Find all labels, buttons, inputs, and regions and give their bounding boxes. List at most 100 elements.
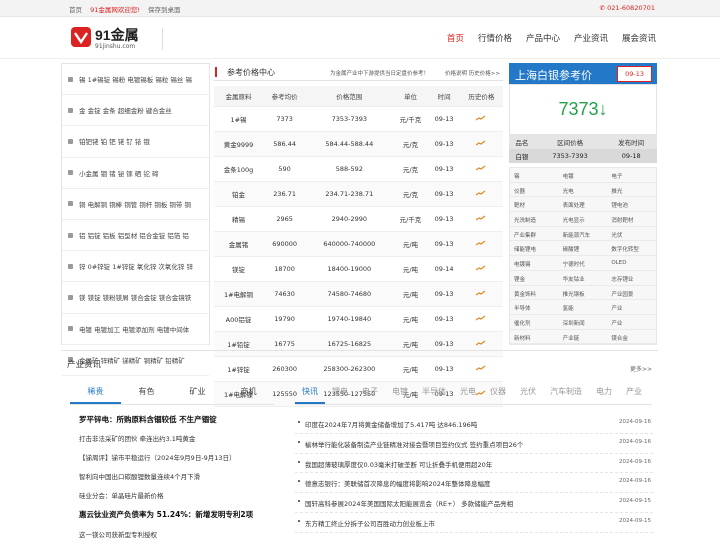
top-home-link[interactable]: 首页 [69,6,82,14]
tag-link[interactable]: 推光 [607,183,656,198]
category-item[interactable]: 镁 镁锭 镁粉镁屑 镁合金锭 镁合金镜铁 [62,282,209,314]
tag-link[interactable]: 电子 [607,168,656,183]
tag-link[interactable]: 黄金饰料 [510,286,559,301]
news-left-item[interactable]: 硅业分会：单晶硅片最新价格 [79,490,279,509]
trend-chart-icon[interactable] [476,340,486,346]
news-tab[interactable]: 商机 [223,386,274,404]
tag-link[interactable]: 产业 [607,300,656,315]
trend-chart-icon[interactable] [476,140,486,146]
news-right-item[interactable]: 印度在2024年7月将黄金储备增加了5.417吨 达846.196吨 2024-0… [295,414,653,434]
news-tab[interactable]: 光电 [453,386,483,404]
tag-link[interactable]: 靶材 [510,197,559,213]
news-right-item[interactable]: 东方精工终止分拆子公司百胜动力创业板上市 2024-09-15 [295,513,653,533]
category-item[interactable]: 铝 铝锭 铝板 铝型材 铝合金锭 铝箔 铝 [62,220,209,252]
news-tab[interactable]: 电子 [355,386,385,404]
news-headline[interactable]: 榆林举行能化装备制造产业链精准对接会暨项目签约仪式 签约重点项目26个 [305,439,605,449]
tag-link[interactable]: 深圳新闻 [558,315,608,330]
tag-link[interactable]: 催化剂 [510,315,559,330]
tag-link[interactable]: 光洗制造 [510,212,559,227]
trend-chart-icon[interactable] [476,315,486,321]
news-right-item[interactable]: 国轩高科参展2024年美国国际太阳能展览会（RE+） 多款储能产品亮相 2024-… [295,493,653,513]
category-item[interactable]: 小金属 铟 锗 铋 镓 硒 铊 碲 [62,158,209,189]
news-left-item[interactable]: 打击非法采矿的团伙 牵连出约3.1吨黄金 [79,433,279,452]
tag-link[interactable]: 锂金 [510,271,559,286]
news-tab[interactable]: 仪器 [483,386,513,404]
tag-link[interactable]: 仪器 [510,183,559,198]
tag-link[interactable]: 产业集群 [510,227,559,242]
tag-link[interactable]: 碳酸锂 [558,241,608,257]
news-tab[interactable]: 汽车制造 [543,386,589,404]
news-right-item[interactable]: 德意志银行：美联储首次降息的幅度将影响2024年整体降息幅度 2024-09-16 [295,473,653,494]
news-tab[interactable]: 半导体 [415,386,453,404]
news-tab[interactable]: 光伏 [513,386,543,404]
nav-item[interactable]: 行情价格 [478,32,512,44]
news-tab[interactable]: 有色 [121,386,172,404]
tag-link[interactable]: 光伏 [607,227,656,242]
news-right-item[interactable]: 我国超薄玻璃厚度仅0.03毫米打破垄断 可让折叠手机便用超20年 2024-09-… [295,454,653,474]
news-headline[interactable]: 东方精工终止分拆子公司百胜动力创业板上市 [305,518,605,528]
news-headline[interactable]: 我国超薄玻璃厚度仅0.03毫米打破垄断 可让折叠手机便用超20年 [305,459,605,469]
tag-link[interactable]: 电镀 [558,168,608,183]
nav-item[interactable]: 产品中心 [526,32,560,44]
news-tab[interactable]: 电力 [589,386,619,404]
news-tab[interactable]: 电镀 [385,386,415,404]
tag-link[interactable]: 产业 [607,315,656,330]
tag-link[interactable]: 推光钢板 [558,286,608,301]
trend-chart-icon[interactable] [476,265,486,271]
trend-chart-icon[interactable] [476,190,486,196]
tag-link[interactable]: 消射靶材 [607,212,656,227]
nav-item[interactable]: 产业资讯 [574,32,608,44]
tag-link[interactable]: 产业园景 [607,286,656,301]
news-left-item[interactable]: 【锑周评】锑市平稳运行（2024年9月9日-9月13日） [79,452,279,471]
news-left-item[interactable]: 惠云钛业资产负债率为 51.24%：新增发明专利2项 [79,509,279,528]
news-tab[interactable]: 锂电 [325,386,355,404]
tag-link[interactable]: 光电 [558,183,608,198]
tag-link[interactable]: 华友钴业 [558,271,608,286]
trend-chart-icon[interactable] [476,165,486,171]
tag-link[interactable]: 储能锂电 [510,241,559,257]
tag-link[interactable]: 表面处理 [558,197,608,213]
news-left-item[interactable]: 罗平锌电：所购原料含锢较低 不生产锢锭 [79,414,279,433]
tag-link[interactable]: 锡 [510,168,559,183]
trend-chart-icon[interactable] [476,240,486,246]
news-headline[interactable]: 印度在2024年7月将黄金储备增加了5.417吨 达846.196吨 [305,419,605,429]
trend-chart-icon[interactable] [476,115,486,121]
tag-link[interactable]: 新材料 [510,330,559,345]
price-help-link[interactable]: 价格说明 [445,71,467,77]
news-headline[interactable]: 德意志银行：美联储首次降息的幅度将影响2024年整体降息幅度 [305,478,605,488]
trend-chart-icon[interactable] [476,290,486,296]
tag-link[interactable]: 新能源汽车 [558,227,608,242]
trend-chart-icon[interactable] [476,215,486,221]
tag-link[interactable]: 氢能 [558,300,608,315]
category-item[interactable]: 锌 0#锌锭 1#锌锭 氧化锌 次氧化锌 锌 [62,251,209,283]
news-headline[interactable]: 国轩高科参展2024年美国国际太阳能展览会（RE+） 多款储能产品亮相 [305,498,605,508]
tag-link[interactable]: 志存锂业 [607,271,656,286]
tag-link[interactable]: 锂电池 [607,197,656,213]
tag-link[interactable]: 数字化转型 [607,241,656,257]
category-item[interactable]: 铂钯铑 铂 钯 铑 钌 铱 锇 [62,126,209,158]
tag-link[interactable]: 半导体 [510,300,559,315]
tag-link[interactable]: OLED [607,256,656,271]
logo[interactable]: 91金属 91jinshu.com [70,26,163,52]
tag-link[interactable]: 电镀锡 [510,256,559,271]
news-left-item[interactable]: 这一镁公司获新型专利授权 [79,529,279,548]
news-more-link[interactable]: 更多>> [630,364,652,373]
tag-link[interactable]: 宁德时代 [558,256,608,271]
news-right-item[interactable]: 榆林举行能化装备制造产业链精准对接会暨项目签约仪式 签约重点项目26个 2024-… [295,434,653,454]
category-item[interactable]: 锡 1#锡锭 锡粉 电镀锡板 锡粒 锡丝 锡 [62,64,209,96]
news-tab[interactable]: 产业 [619,386,649,404]
category-item[interactable]: 电镀 电镀加工 电镀添加剂 电镀中间体 [62,314,209,345]
category-item[interactable]: 铜 电解铜 铜棒 铜管 铜杆 铜板 铜带 铜 [62,189,209,220]
news-left-item[interactable]: 智利向中国出口碳酸锂数量连续4个月下滑 [79,471,279,490]
tag-link[interactable]: 光电显示 [558,212,608,227]
save-desktop-link[interactable]: 保存到桌面 [148,6,181,14]
history-price-link[interactable]: 历史价格>> [469,71,500,77]
nav-item[interactable]: 展会资讯 [622,32,656,44]
news-tab[interactable]: 矿业 [172,386,223,404]
tag-link[interactable]: 镁合金 [607,330,656,345]
tag-link[interactable]: 产业链 [558,330,608,345]
news-tab[interactable]: 快讯 [295,386,325,404]
nav-item[interactable]: 首页 [447,32,464,44]
news-tab[interactable]: 稀贵 [70,386,121,404]
category-item[interactable]: 金 金锭 金条 超细金粉 键合金丝 [62,95,209,127]
